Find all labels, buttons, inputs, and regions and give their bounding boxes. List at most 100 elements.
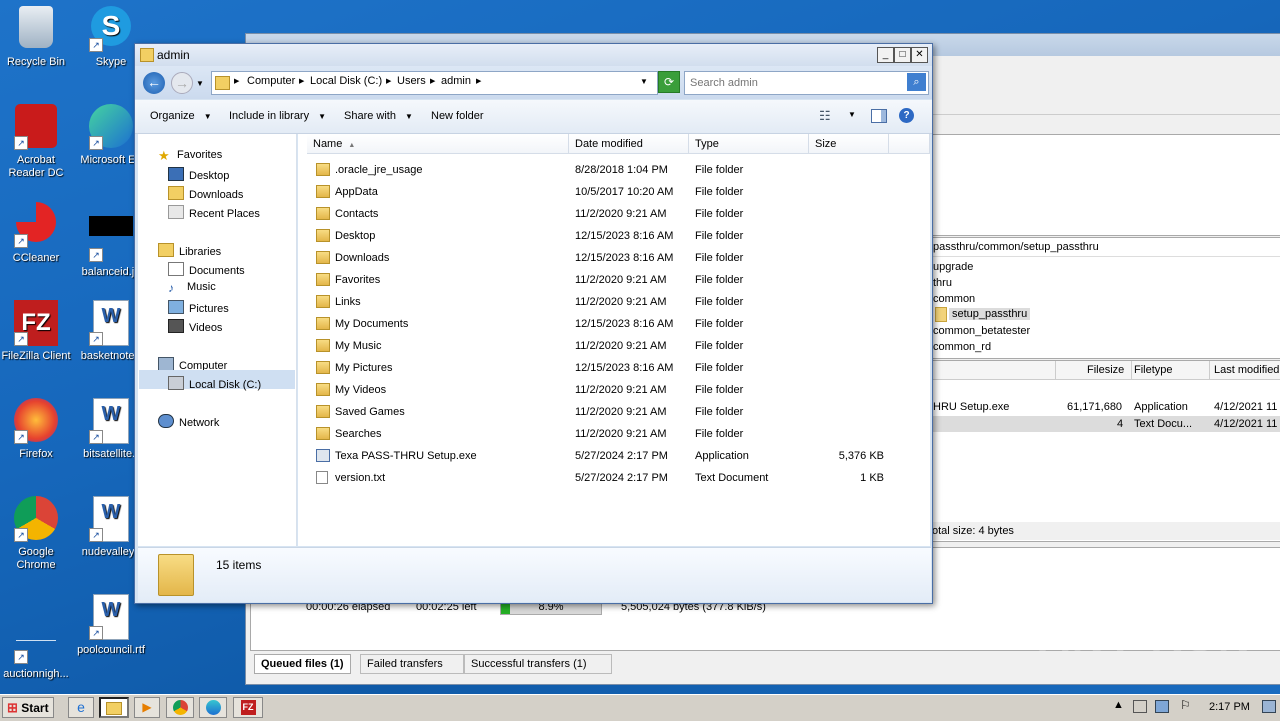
list-item[interactable]: Downloads 12/15/2023 8:16 AM File folder	[298, 247, 930, 269]
explorer-titlebar[interactable]: admin _ □ ✕	[135, 44, 932, 66]
nav-libraries[interactable]: Libraries	[158, 243, 221, 258]
breadcrumb-computer[interactable]: Computer	[247, 75, 295, 87]
tab-successful-transfers[interactable]: Successful transfers (1)	[464, 654, 612, 674]
breadcrumb-users[interactable]: Users	[397, 75, 426, 87]
show-desktop-icon[interactable]	[1262, 700, 1276, 713]
breadcrumb-local-disk[interactable]: Local Disk (C:)	[310, 75, 382, 87]
list-item[interactable]: Saved Games 11/2/2020 9:21 AM File folder	[298, 401, 930, 423]
list-item[interactable]: version.txt 5/27/2024 2:17 PM Text Documen…	[298, 467, 930, 489]
minimize-button[interactable]: _	[877, 47, 894, 63]
close-button[interactable]: ✕	[911, 47, 928, 63]
search-input[interactable]	[688, 74, 904, 92]
desktop-icon[interactable]: ↗ Firefox	[0, 398, 74, 461]
new-folder-button[interactable]: New folder	[431, 110, 484, 122]
list-item[interactable]: Desktop 12/15/2023 8:16 AM File folder	[298, 225, 930, 247]
address-bar[interactable]: ▶ Computer ▶ Local Disk (C:) ▶ Users ▶ a…	[211, 71, 658, 95]
col-date-header[interactable]: Date modified	[569, 134, 689, 154]
desktop-icon	[168, 167, 184, 181]
nav-favorites[interactable]: ★ Favorites	[158, 148, 222, 163]
list-item[interactable]: Favorites 11/2/2020 9:21 AM File folder	[298, 269, 930, 291]
breadcrumb-chevron-icon[interactable]: ▶	[430, 77, 435, 85]
include-in-library-button[interactable]: Include in library ▼	[229, 110, 326, 122]
list-item[interactable]: My Pictures 12/15/2023 8:16 AM File folder	[298, 357, 930, 379]
desktop-icon[interactable]: ↗ Google Chrome	[0, 496, 74, 572]
tree-item[interactable]: upgrade	[933, 261, 973, 273]
col-last-modified[interactable]: Last modified	[1214, 364, 1279, 376]
blank-file-icon: ↗	[12, 618, 60, 666]
list-item[interactable]: .oracle_jre_usage 8/28/2018 1:04 PM File f…	[298, 159, 930, 181]
nav-item-desktop[interactable]: Desktop	[168, 167, 229, 182]
nav-item-pictures[interactable]: Pictures	[168, 300, 229, 315]
breadcrumb-chevron-icon[interactable]: ▶	[386, 77, 391, 85]
action-center-icon[interactable]	[1133, 700, 1147, 713]
nav-item-downloads[interactable]: Downloads	[168, 186, 243, 201]
breadcrumb-chevron-icon[interactable]: ▶	[476, 77, 481, 85]
desktop-icon[interactable]: ↗ auctionnigh...	[0, 594, 74, 681]
edge-icon[interactable]	[199, 697, 227, 718]
tree-item[interactable]: common_rd	[933, 341, 991, 353]
preview-pane-icon[interactable]	[871, 109, 887, 123]
list-item[interactable]: My Videos 11/2/2020 9:21 AM File folder	[298, 379, 930, 401]
media-player-icon[interactable]: ▶	[134, 697, 160, 718]
list-item[interactable]: My Documents 12/15/2023 8:16 AM File folde…	[298, 313, 930, 335]
maximize-button[interactable]: □	[894, 47, 911, 63]
tab-queued-files[interactable]: Queued files (1)	[254, 654, 351, 674]
table-row[interactable]: HRU Setup.exe 61,171,680 Application 4/1…	[933, 399, 1280, 415]
nav-item-documents[interactable]: Documents	[168, 262, 245, 277]
nav-network[interactable]: Network	[158, 414, 219, 429]
cell-type: File folder	[695, 296, 744, 308]
help-icon[interactable]: ?	[899, 108, 914, 123]
filezilla-taskbar-icon[interactable]: FZ	[233, 697, 263, 718]
col-size-header[interactable]: Size	[809, 134, 889, 154]
shortcut-arrow-icon: ↗	[14, 528, 28, 542]
list-item[interactable]: Texa PASS-THRU Setup.exe 5/27/2024 2:17 P…	[298, 445, 930, 467]
col-filesize[interactable]: Filesize	[1087, 364, 1124, 376]
col-type-header[interactable]: Type	[689, 134, 809, 154]
list-item[interactable]: Searches 11/2/2020 9:21 AM File folder	[298, 423, 930, 445]
folder-icon	[316, 185, 330, 198]
forward-button[interactable]: →	[171, 72, 193, 94]
tree-item-selected[interactable]: setup_passthru	[949, 308, 1031, 320]
flag-icon[interactable]: ⚐	[1180, 698, 1191, 712]
view-dropdown-icon[interactable]: ▼	[848, 110, 856, 119]
chrome-icon[interactable]	[166, 697, 194, 718]
recent-pages-chevron-icon[interactable]: ▼	[196, 79, 204, 88]
tray-expand-icon[interactable]: ▲	[1113, 699, 1124, 711]
desktop-icon[interactable]: FZ ↗ FileZilla Client	[0, 300, 74, 363]
back-button[interactable]: ←	[143, 72, 165, 94]
nav-item-music[interactable]: ♪ Music	[168, 281, 216, 295]
explorer-taskbar-icon[interactable]	[99, 697, 129, 718]
breadcrumb-chevron-icon[interactable]: ▶	[234, 77, 239, 85]
nav-item-videos[interactable]: Videos	[168, 319, 222, 334]
share-with-button[interactable]: Share with ▼	[344, 110, 413, 122]
ie-icon[interactable]: e	[68, 697, 94, 718]
nav-item-local-disk[interactable]: Local Disk (C:)	[168, 376, 261, 391]
start-button[interactable]: ⊞ Start	[2, 697, 54, 718]
view-options-icon[interactable]: ☷	[819, 108, 831, 124]
refresh-icon[interactable]: ⟳	[658, 71, 680, 93]
search-icon[interactable]: ⌕	[907, 73, 926, 91]
desktop-icon[interactable]: ↗ CCleaner	[0, 202, 74, 265]
address-dropdown-icon[interactable]: ▼	[640, 77, 648, 86]
tree-item[interactable]: thru	[933, 277, 952, 289]
clock[interactable]: 2:17 PM	[1209, 701, 1250, 713]
col-filetype[interactable]: Filetype	[1134, 364, 1173, 376]
organize-button[interactable]: Organize ▼	[150, 110, 212, 122]
list-item[interactable]: Links 11/2/2020 9:21 AM File folder	[298, 291, 930, 313]
folder-icon	[316, 295, 330, 308]
list-item[interactable]: My Music 11/2/2020 9:21 AM File folder	[298, 335, 930, 357]
desktop-icon[interactable]: Recycle Bin	[0, 6, 74, 69]
desktop-icon[interactable]: ↗ Acrobat Reader DC	[0, 104, 74, 180]
tree-item[interactable]: common_betatester	[933, 325, 1030, 337]
list-item[interactable]: Contacts 11/2/2020 9:21 AM File folder	[298, 203, 930, 225]
nav-item-recent-places[interactable]: Recent Places	[168, 205, 260, 220]
list-item[interactable]: AppData 10/5/2017 10:20 AM File folder	[298, 181, 930, 203]
table-row-selected[interactable]: 4 Text Docu... 4/12/2021 11	[933, 416, 1280, 432]
col-name-header[interactable]: Name ▲	[307, 134, 569, 154]
tree-item[interactable]: common	[933, 293, 975, 305]
remote-path[interactable]: passthru/common/setup_passthru	[933, 241, 1099, 253]
breadcrumb-admin[interactable]: admin	[441, 75, 471, 87]
breadcrumb-chevron-icon[interactable]: ▶	[299, 77, 304, 85]
network-tray-icon[interactable]	[1155, 700, 1169, 713]
tab-failed-transfers[interactable]: Failed transfers	[360, 654, 464, 674]
